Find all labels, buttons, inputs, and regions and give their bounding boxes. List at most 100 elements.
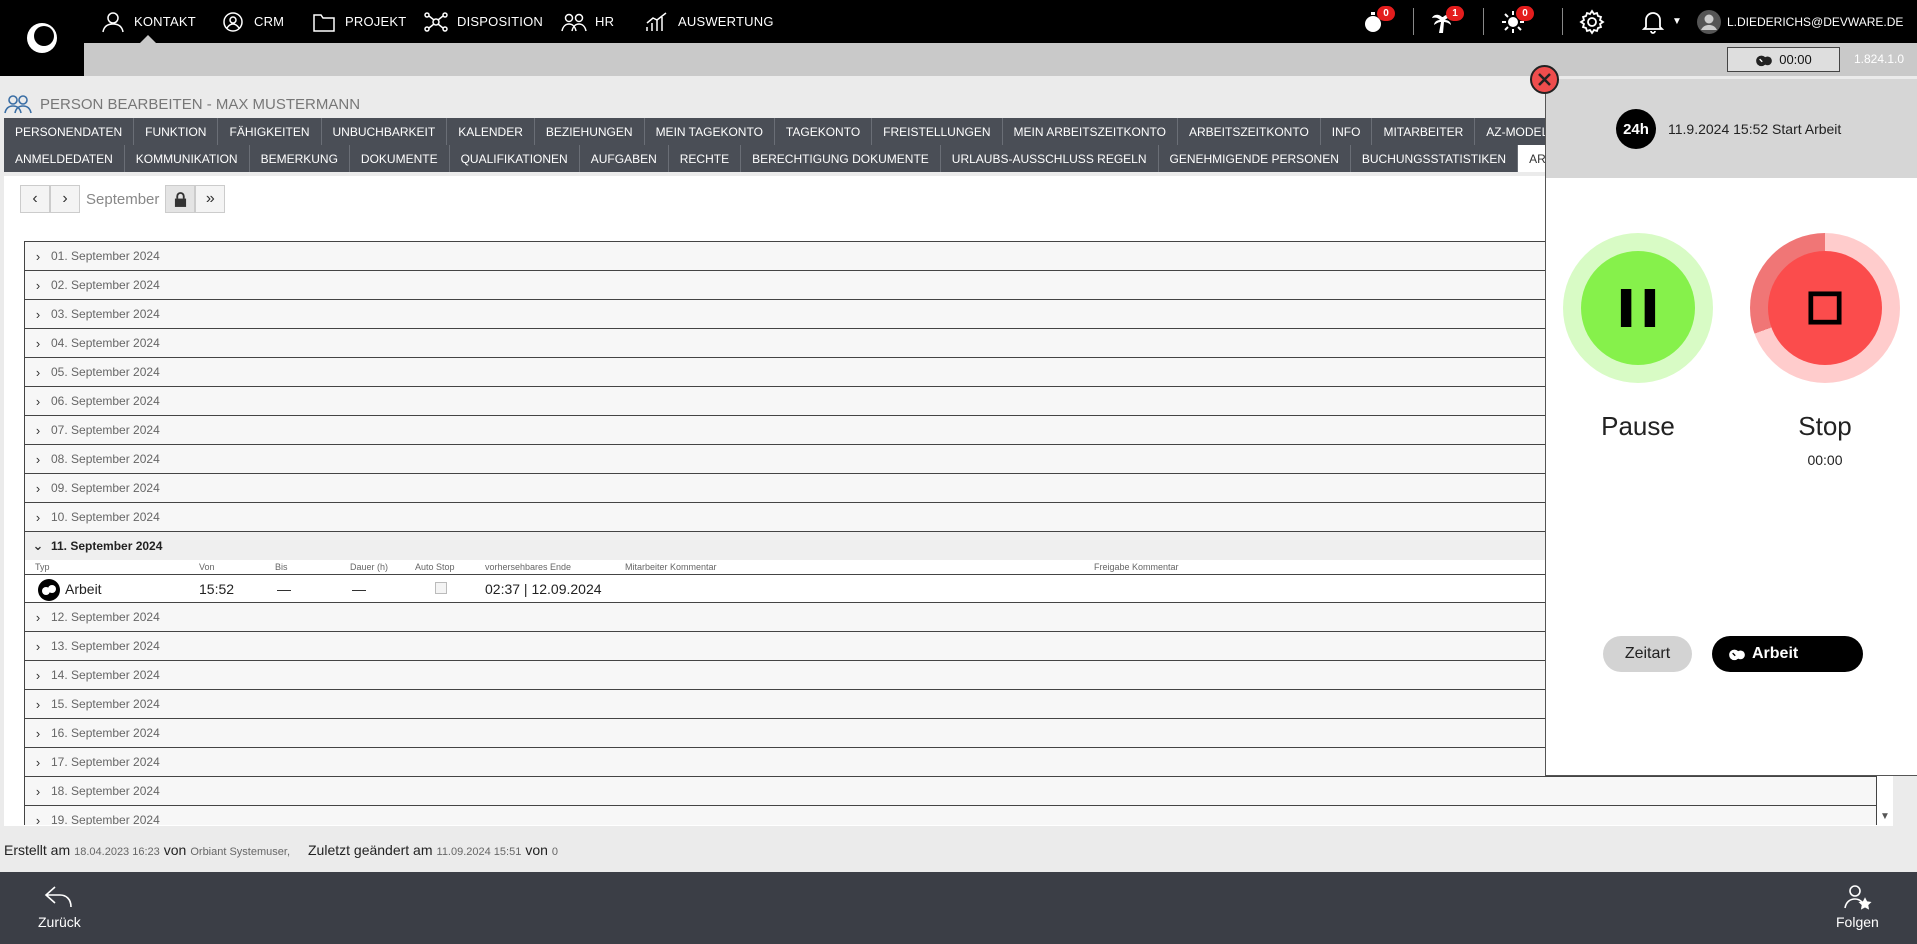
stop-button[interactable] xyxy=(1750,233,1900,383)
chevron-down-icon: ⌄ xyxy=(32,538,44,553)
zeitart-button[interactable]: Zeitart xyxy=(1603,636,1692,672)
tab-kommunikation[interactable]: Kommunikation xyxy=(125,145,250,172)
separator xyxy=(1483,8,1484,35)
follow-button[interactable]: Folgen xyxy=(1836,884,1879,930)
tab-buchungsstatistiken[interactable]: Buchungsstatistiken xyxy=(1351,145,1519,172)
avatar[interactable] xyxy=(1696,0,1722,43)
nav-auswertung[interactable]: Auswertung xyxy=(644,0,774,43)
page-title-text: Person bearbeiten - Max Mustermann xyxy=(40,95,361,113)
day-label: 16. September 2024 xyxy=(51,726,160,740)
chevron-right-icon: › xyxy=(35,725,41,741)
stopwatch-icon xyxy=(1756,55,1773,66)
chevron-right-icon: › xyxy=(35,306,41,322)
tab-berechtigung-dokumente[interactable]: Berechtigung Dokumente xyxy=(741,145,941,172)
day-label: 17. September 2024 xyxy=(51,755,160,769)
tab-tagekonto[interactable]: Tagekonto xyxy=(775,118,873,145)
changed-by: 0 xyxy=(551,846,559,858)
user-avatar-icon xyxy=(1697,9,1721,34)
created-label: Erstellt am xyxy=(4,842,71,858)
tab-unbuchbarkeit[interactable]: Unbuchbarkeit xyxy=(322,118,448,145)
day-label: 12. September 2024 xyxy=(51,610,160,624)
tab-beziehungen[interactable]: Beziehungen xyxy=(535,118,645,145)
tab-mein-tagekonto[interactable]: Mein Tagekonto xyxy=(645,118,775,145)
header-timer[interactable]: 00:00 xyxy=(1727,47,1840,72)
column-header-freigabe-kommentar: Freigabe Kommentar xyxy=(1094,562,1179,572)
bell-icon xyxy=(1641,11,1665,34)
tab-kalender[interactable]: Kalender xyxy=(447,118,535,145)
user-email[interactable]: L.DIEDERICHS@DEVWARE.DE xyxy=(1727,0,1903,43)
close-panel-button[interactable] xyxy=(1530,65,1559,94)
sun-button[interactable]: 0 xyxy=(1500,0,1534,43)
tab-funktion[interactable]: Funktion xyxy=(134,118,219,145)
tab-mitarbeiter[interactable]: Mitarbeiter xyxy=(1372,118,1476,145)
back-button[interactable]: Zurück xyxy=(38,884,81,930)
stop-icon xyxy=(1808,291,1842,325)
column-header-auto-stop: Auto Stop xyxy=(415,562,455,572)
tab-bemerkung[interactable]: Bemerkung xyxy=(250,145,350,172)
nav-disposition[interactable]: Disposition xyxy=(423,0,543,43)
people-icon xyxy=(561,13,587,31)
chevron-right-icon: › xyxy=(35,480,41,496)
tab-arbeitszeitkonto[interactable]: Arbeitszeitkonto xyxy=(1178,118,1321,145)
tab-anmeldedaten[interactable]: Anmeldedaten xyxy=(4,145,125,172)
arbeit-button[interactable]: Arbeit xyxy=(1712,636,1863,672)
nav-projekt-label: Projekt xyxy=(345,14,407,29)
record-metadata: Erstellt am 18.04.2023 16:23 von Orbiant… xyxy=(4,842,558,858)
work-timer-button[interactable]: 0 xyxy=(1361,0,1395,43)
nav-crm-label: CRM xyxy=(254,14,285,29)
expand-all-button[interactable]: » xyxy=(195,185,226,213)
tab-dokumente[interactable]: Dokumente xyxy=(350,145,450,172)
separator xyxy=(1413,8,1414,35)
chevron-right-icon: › xyxy=(35,451,41,467)
stop-button-inner xyxy=(1768,251,1882,365)
nav-crm[interactable]: CRM xyxy=(220,0,284,43)
pause-button[interactable] xyxy=(1563,233,1713,383)
settings-button[interactable] xyxy=(1579,0,1605,43)
time-tracking-panel: 24h 11.9.2024 15:52 Start Arbeit Pause S… xyxy=(1545,79,1917,776)
day-label: 06. September 2024 xyxy=(51,394,160,408)
person-group-icon xyxy=(4,95,32,114)
page-title: Person bearbeiten - Max Mustermann xyxy=(4,94,360,114)
scroll-down-arrow[interactable]: ▼ xyxy=(1880,811,1890,822)
tab-az-modelle[interactable]: AZ-Modelle xyxy=(1475,118,1545,145)
column-header-dauer: Dauer (h) xyxy=(350,562,389,572)
contact-icon xyxy=(102,11,124,32)
tab-urlaubs-ausschluss-regeln[interactable]: Urlaubs-Ausschluss Regeln xyxy=(941,145,1159,172)
lock-button[interactable] xyxy=(165,185,196,213)
notifications-button[interactable]: ▼ xyxy=(1640,0,1682,43)
tab-aufgaben[interactable]: Aufgaben xyxy=(580,145,669,172)
day-label: 11. September 2024 xyxy=(51,539,163,553)
next-month-button[interactable]: › xyxy=(50,185,80,213)
tab-info[interactable]: Info xyxy=(1321,118,1373,145)
pause-button-inner xyxy=(1581,251,1695,365)
app-logo[interactable] xyxy=(0,0,84,76)
bottom-bar xyxy=(0,872,1917,944)
tab-fähigkeiten[interactable]: Fähigkeiten xyxy=(218,118,322,145)
day-label: 14. September 2024 xyxy=(51,668,160,682)
follow-user-icon xyxy=(1844,885,1872,910)
tab-mein-arbeitszeitkonto[interactable]: Mein Arbeitszeitkonto xyxy=(1003,118,1178,145)
nav-hr[interactable]: HR xyxy=(561,0,614,43)
tab-genehmigende-personen[interactable]: Genehmigende Personen xyxy=(1159,145,1351,172)
tab-qualifikationen[interactable]: Qualifikationen xyxy=(450,145,580,172)
auto-stop-checkbox[interactable] xyxy=(435,582,447,594)
header-timer-value: 00:00 xyxy=(1779,52,1812,67)
tab-arbeitszeit[interactable]: Arbeitszeit xyxy=(1518,145,1545,172)
back-arrow-icon xyxy=(45,886,73,908)
vacation-button[interactable]: 1 xyxy=(1430,0,1464,43)
day-label: 13. September 2024 xyxy=(51,639,160,653)
back-label: Zurück xyxy=(38,914,81,930)
arbeit-button-label: Arbeit xyxy=(1752,645,1799,662)
nav-projekt[interactable]: Projekt xyxy=(311,0,406,43)
top-navigation-bar: Kontakt CRM Projekt Disposition HR Auswe… xyxy=(0,0,1917,43)
tab-personendaten[interactable]: Personendaten xyxy=(4,118,135,145)
column-header-typ: Typ xyxy=(35,562,50,572)
vacation-badge: 1 xyxy=(1446,6,1464,21)
tab-freistellungen[interactable]: Freistellungen xyxy=(872,118,1003,145)
previous-month-button[interactable]: ‹ xyxy=(20,185,50,213)
pause-label: Pause xyxy=(1601,411,1675,441)
tab-rechte[interactable]: Rechte xyxy=(669,145,742,172)
nav-kontakt[interactable]: Kontakt xyxy=(100,0,196,43)
day-row[interactable]: › 19. September 2024 xyxy=(24,805,1877,825)
day-row[interactable]: › 18. September 2024 xyxy=(24,776,1877,805)
